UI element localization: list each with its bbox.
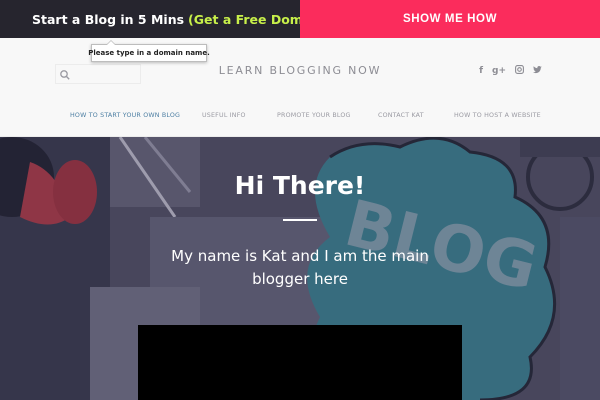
main-nav: HOW TO START YOUR OWN BLOG USEFUL INFO P… — [0, 112, 600, 126]
show-me-how-button[interactable]: SHOW ME HOW — [300, 0, 600, 38]
google-plus-icon[interactable]: g+ — [492, 66, 506, 76]
validation-tooltip: Please type in a domain name. — [88, 40, 210, 62]
hero-subtitle: My name is Kat and I am the main blogger… — [171, 247, 429, 288]
nav-item-contact-kat[interactable]: CONTACT KAT — [378, 112, 424, 119]
promo-lead-text: Start a Blog in 5 Mins — [32, 11, 185, 27]
site-header: Please type in a domain name. LEARN BLOG… — [0, 38, 600, 137]
video-embed[interactable] — [138, 325, 462, 400]
hero-title: Hi There! — [234, 171, 366, 200]
nav-item-start-blog[interactable]: HOW TO START YOUR OWN BLOG — [70, 112, 180, 119]
facebook-icon[interactable]: f — [479, 66, 483, 76]
nav-item-host-website[interactable]: HOW TO HOST A WEBSITE — [454, 112, 541, 119]
promo-bar: Start a Blog in 5 Mins (Get a Free Domai… — [0, 0, 600, 38]
nav-item-promote-blog[interactable]: PROMOTE YOUR BLOG — [277, 112, 351, 119]
nav-item-useful-info[interactable]: USEFUL INFO — [202, 112, 246, 119]
social-links: f g+ — [479, 65, 542, 77]
twitter-icon[interactable] — [533, 65, 542, 77]
hero-divider — [283, 219, 317, 221]
hero-section: BLOG Hi There! My name is Kat and I am t… — [0, 137, 600, 400]
promo-message[interactable]: Start a Blog in 5 Mins (Get a Free Domai… — [0, 0, 336, 38]
instagram-icon[interactable] — [515, 65, 524, 77]
